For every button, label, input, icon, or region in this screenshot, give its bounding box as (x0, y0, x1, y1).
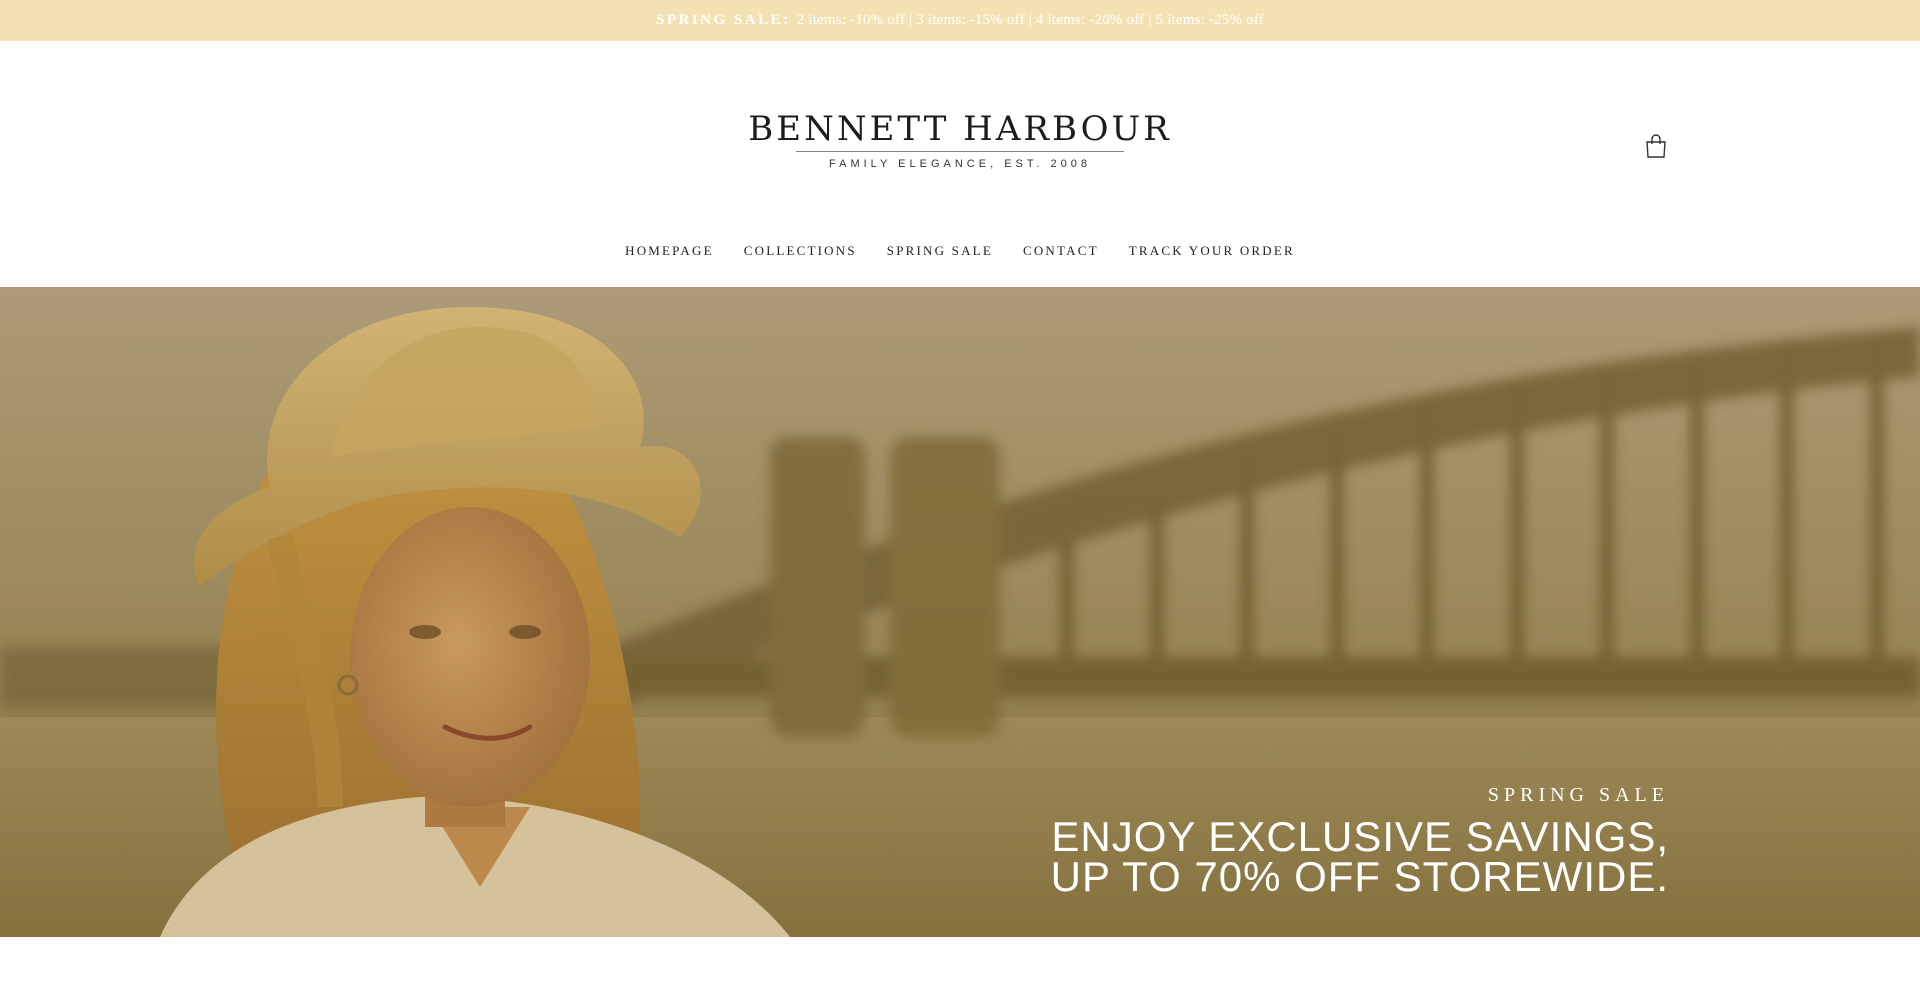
page-below-hero (0, 937, 1920, 993)
hero-title-line-2: UP TO 70% OFF STOREWIDE. (1050, 853, 1669, 900)
main-nav: HOMEPAGE COLLECTIONS SPRING SALE CONTACT… (0, 243, 1920, 259)
brand-name: BENNETT HARBOUR (748, 109, 1172, 149)
nav-contact[interactable]: CONTACT (1008, 243, 1114, 259)
announcement-lead: SPRING SALE: (655, 12, 791, 28)
nav-homepage[interactable]: HOMEPAGE (610, 243, 729, 259)
nav-spring-sale[interactable]: SPRING SALE (872, 243, 1008, 259)
announcement-text: 2 items: -10% off | 3 items: -15% off | … (796, 12, 1265, 28)
hero-title-line-1: ENJOY EXCLUSIVE SAVINGS, (1051, 813, 1669, 860)
hero-text-block: SPRING SALE ENJOY EXCLUSIVE SAVINGS, UP … (1050, 784, 1669, 900)
hero-banner[interactable]: SPRING SALE ENJOY EXCLUSIVE SAVINGS, UP … (0, 287, 1920, 937)
announcement-bar: SPRING SALE: 2 items: -10% off | 3 items… (0, 0, 1920, 41)
shopping-bag-icon[interactable] (1643, 133, 1669, 159)
hero-eyebrow: SPRING SALE (1487, 784, 1669, 806)
brand-logo[interactable]: BENNETT HARBOUR FAMILY ELEGANCE, EST. 20… (0, 109, 1920, 170)
brand-tagline: FAMILY ELEGANCE, EST. 2008 (829, 158, 1091, 170)
site-header: BENNETT HARBOUR FAMILY ELEGANCE, EST. 20… (0, 41, 1920, 287)
nav-collections[interactable]: COLLECTIONS (729, 243, 872, 259)
nav-track-order[interactable]: TRACK YOUR ORDER (1114, 243, 1310, 259)
logo-divider (796, 151, 1124, 152)
